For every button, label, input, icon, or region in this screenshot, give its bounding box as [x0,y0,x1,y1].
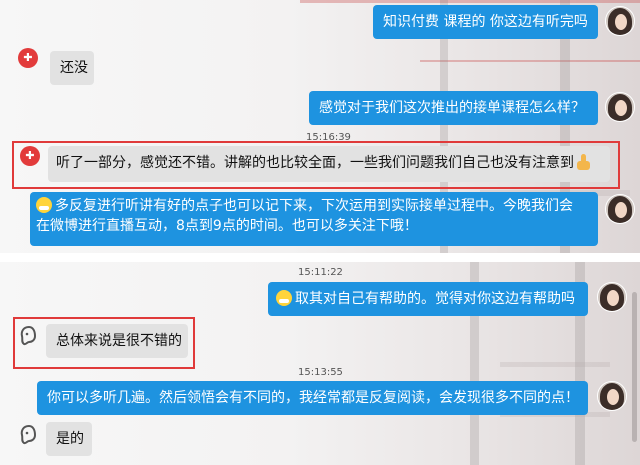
message-text-line: 多反复进行听讲有好的点子也可以记下来，下次运用到实际接单过程中。今晚我们会 [55,198,573,214]
message-bubble-incoming[interactable]: 听了一部分，感觉还不错。讲解的也比较全面，一些我们问题我们自己也没有注意到 [48,146,610,182]
background-decor [300,0,640,3]
message-text: 听了一部分，感觉还不错。讲解的也比较全面，一些我们问题我们自己也没有注意到 [56,155,574,171]
message-bubble-incoming[interactable]: 还没 [50,51,94,85]
message-bubble-outgoing[interactable]: 感觉对于我们这次推出的接单课程怎么样？ [309,91,598,125]
thumbs-up-emoji-icon [577,154,591,170]
background-decor [420,60,640,62]
message-timestamp: 15:11:22 [298,267,343,278]
chat-panel-top: 知识付费 课程的 你这边有听完吗 ✚ 还没 感觉对于我们这次推出的接单课程怎么样… [0,0,640,253]
message-text-line: 在微博进行直播互动，8点到9点的时间。也可以多关注下哦！ [36,218,418,234]
scrollbar[interactable] [632,292,637,442]
user-avatar[interactable] [605,92,635,122]
message-timestamp: 15:13:55 [298,367,343,378]
user-avatar[interactable] [597,282,627,312]
message-bubble-outgoing[interactable]: 你可以多听几遍。然后领悟会有不同的，我经常都是反复阅读，会发现很多不同的点！ [37,381,588,415]
chat-panel-bottom: 15:11:22 取其对自己有帮助的。觉得对你这边有帮助吗 总体来说是很不错的 … [0,262,640,465]
grin-emoji-icon [276,290,292,306]
message-bubble-outgoing[interactable]: 取其对自己有帮助的。觉得对你这边有帮助吗 [268,282,588,316]
contact-avatar[interactable]: ✚ [20,146,40,166]
background-decor [500,362,610,367]
message-bubble-outgoing[interactable]: 多反复进行听讲有好的点子也可以记下来，下次运用到实际接单过程中。今晚我们会在微博… [30,192,598,246]
message-bubble-incoming[interactable]: 是的 [46,422,92,456]
contact-avatar-icon[interactable] [18,424,40,446]
user-avatar[interactable] [605,194,635,224]
user-avatar[interactable] [597,381,627,411]
message-bubble-incoming[interactable]: 总体来说是很不错的 [46,324,188,358]
message-text: 取其对自己有帮助的。觉得对你这边有帮助吗 [295,291,575,307]
grin-emoji-icon [36,197,52,213]
message-bubble-outgoing[interactable]: 知识付费 课程的 你这边有听完吗 [373,5,598,39]
user-avatar[interactable] [605,6,635,36]
contact-avatar[interactable]: ✚ [18,48,38,68]
contact-avatar-icon[interactable] [18,325,40,347]
panel-divider [0,253,640,262]
